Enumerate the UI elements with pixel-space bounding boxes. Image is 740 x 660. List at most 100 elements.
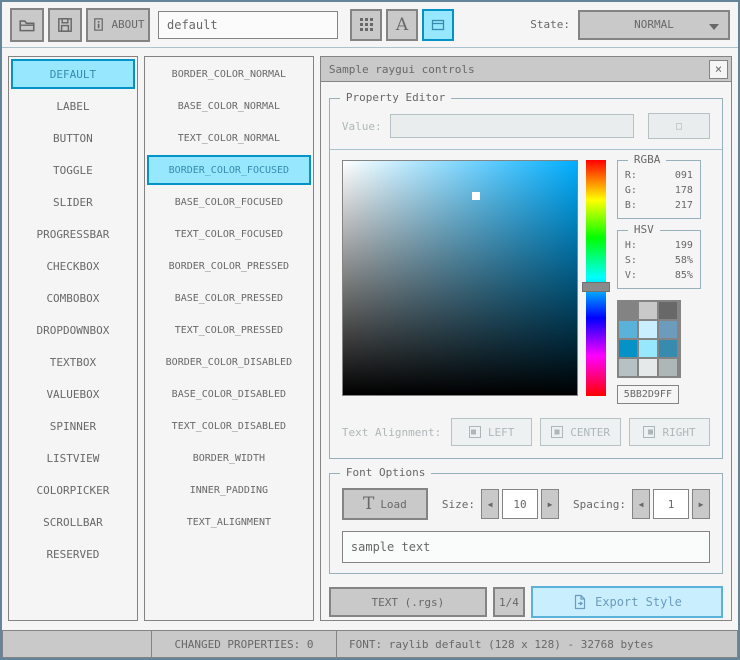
open-file-button[interactable] <box>10 7 44 42</box>
size-decrement-button[interactable]: ◀ <box>481 489 500 519</box>
controls-list-item[interactable]: COMBOBOX <box>11 283 135 313</box>
grid-icon <box>359 17 374 32</box>
controls-list-item[interactable]: BUTTON <box>11 123 135 153</box>
color-swatch <box>638 359 657 376</box>
value-row: Value: □ <box>330 99 722 149</box>
hue-slider-handle[interactable] <box>581 282 610 293</box>
controls-list-item[interactable]: CHECKBOX <box>11 251 135 281</box>
export-format-button-label: TEXT (.rgs) <box>371 595 445 609</box>
align-right-button[interactable]: RIGHT <box>629 418 710 446</box>
toolbar: ABOUT A State: NORMAL <box>2 2 738 48</box>
properties-list-item[interactable]: BASE_COLOR_DISABLED <box>147 379 311 409</box>
controls-list-item[interactable]: SLIDER <box>11 187 135 217</box>
controls-list-item[interactable]: LABEL <box>11 91 135 121</box>
close-icon: × <box>714 62 723 76</box>
properties-list-item[interactable]: BASE_COLOR_FOCUSED <box>147 187 311 217</box>
spacing-decrement-button[interactable]: ◀ <box>632 489 650 519</box>
font-size-value[interactable]: 10 <box>502 489 539 519</box>
about-button[interactable]: ABOUT <box>86 7 150 42</box>
value-edit-button[interactable]: □ <box>648 113 710 139</box>
state-dropdown[interactable]: NORMAL <box>578 9 730 40</box>
properties-list-item[interactable]: BORDER_COLOR_NORMAL <box>147 59 311 89</box>
arrow-left-icon: ◀ <box>487 499 493 509</box>
color-swatch <box>658 340 677 357</box>
changed-properties-status: CHANGED PROPERTIES: 0 <box>151 630 337 658</box>
s-value-row: S: 58% <box>625 255 693 266</box>
properties-list-item[interactable]: BORDER_WIDTH <box>147 443 311 473</box>
properties-list-item[interactable]: TEXT_COLOR_DISABLED <box>147 411 311 441</box>
arrow-left-icon: ◀ <box>638 499 644 509</box>
font-size-label: Size: <box>441 497 476 511</box>
properties-list-item[interactable]: TEXT_COLOR_PRESSED <box>147 315 311 345</box>
size-increment-button[interactable]: ▶ <box>541 489 560 519</box>
color-picker-marker[interactable] <box>472 192 481 201</box>
controls-list-item[interactable]: TOGGLE <box>11 155 135 185</box>
controls-list-item[interactable]: PROGRESSBAR <box>11 219 135 249</box>
font-options-group: Font Options T Load Size: ◀ 10 ▶ Spacing… <box>328 467 723 574</box>
align-left-button[interactable]: LEFT <box>451 418 533 446</box>
controls-list-item[interactable]: TEXTBOX <box>11 347 135 377</box>
property-editor-group: Property Editor Value: □ RGBA R: 091 G: … <box>328 92 723 459</box>
load-font-button[interactable]: T Load <box>341 488 428 520</box>
align-right-button-label: RIGHT <box>662 425 696 439</box>
export-style-button[interactable]: Export Style <box>530 586 723 618</box>
sample-window-titlebar: Sample raygui controls × <box>320 57 731 82</box>
style-name-input[interactable] <box>158 10 338 39</box>
align-left-button-label: LEFT <box>487 425 515 439</box>
rgba-group: RGBA R: 091 G: 178 B: 217 <box>616 154 701 219</box>
font-atlas-view-button[interactable]: A <box>386 8 418 41</box>
hsv-group-label: HSV <box>627 224 660 236</box>
font-options-group-label: Font Options <box>339 467 432 479</box>
v-label: V: <box>624 270 637 281</box>
align-center-button[interactable]: CENTER <box>540 418 622 446</box>
text-alignment-row: Text Alignment: LEFT CENTER RIGHT <box>330 414 722 458</box>
properties-list-item[interactable]: BASE_COLOR_PRESSED <box>147 283 311 313</box>
rguistyler-window: ABOUT A State: NORMAL DEFAULT LABEL B <box>0 0 740 660</box>
color-picker-row: RGBA R: 091 G: 178 B: 217 HSV H: 199 S: … <box>330 150 722 414</box>
controls-list-item[interactable]: VALUEBOX <box>11 379 135 409</box>
controls-list-item[interactable]: SPINNER <box>11 411 135 441</box>
controls-view-button[interactable] <box>422 8 454 41</box>
properties-list-item[interactable]: BORDER_COLOR_PRESSED <box>147 251 311 281</box>
hex-color-input[interactable]: 5BB2D9FF <box>616 385 679 404</box>
controls-list-item[interactable]: SCROLLBAR <box>11 507 135 537</box>
style-color-swatch-grid <box>616 300 681 378</box>
font-info-status: FONT: raylib default (128 x 128) - 32768… <box>336 630 738 658</box>
box-glyph-icon: □ <box>675 120 683 132</box>
font-letter-icon: A <box>395 14 409 35</box>
properties-list-item[interactable]: TEXT_COLOR_NORMAL <box>147 123 311 153</box>
color-swatch <box>658 359 677 376</box>
font-info-text: FONT: raylib default (128 x 128) - 32768… <box>349 637 654 651</box>
export-file-icon <box>572 594 587 610</box>
close-button[interactable]: × <box>709 59 728 79</box>
font-spacing-spinner: ◀ 1 ▶ <box>632 489 710 519</box>
properties-list-item[interactable]: TEXT_COLOR_FOCUSED <box>147 219 311 249</box>
properties-list-item[interactable]: INNER_PADDING <box>147 475 311 505</box>
style-grid-view-button[interactable] <box>350 8 382 41</box>
controls-list-item[interactable]: COLORPICKER <box>11 475 135 505</box>
sample-text-input[interactable]: sample text <box>341 531 710 563</box>
controls-list-item[interactable]: DROPDOWNBOX <box>11 315 135 345</box>
format-count-button[interactable]: 1/4 <box>492 587 525 617</box>
color-swatch <box>658 321 677 338</box>
properties-list-item[interactable]: BORDER_COLOR_DISABLED <box>147 347 311 377</box>
controls-list-item[interactable]: DEFAULT <box>11 59 135 89</box>
properties-list-item[interactable]: BASE_COLOR_NORMAL <box>147 91 311 121</box>
controls-list-item[interactable]: LISTVIEW <box>11 443 135 473</box>
save-file-button[interactable] <box>48 7 82 42</box>
color-picker-panel[interactable] <box>341 160 578 396</box>
g-label: G: <box>624 185 637 196</box>
value-input[interactable] <box>389 114 634 138</box>
export-format-button[interactable]: TEXT (.rgs) <box>328 587 487 617</box>
spacing-increment-button[interactable]: ▶ <box>692 489 710 519</box>
controls-list-item[interactable]: RESERVED <box>11 539 135 569</box>
font-spacing-value[interactable]: 1 <box>653 489 689 519</box>
g-value: 178 <box>674 185 693 196</box>
properties-list-item[interactable]: TEXT_ALIGNMENT <box>147 507 311 537</box>
h-value: 199 <box>674 240 693 251</box>
font-size-value-text: 10 <box>513 497 527 511</box>
properties-list-item[interactable]: BORDER_COLOR_FOCUSED <box>146 155 311 185</box>
v-value-row: V: 85% <box>625 270 693 281</box>
align-center-icon <box>551 426 564 438</box>
hue-bar[interactable] <box>581 160 610 396</box>
